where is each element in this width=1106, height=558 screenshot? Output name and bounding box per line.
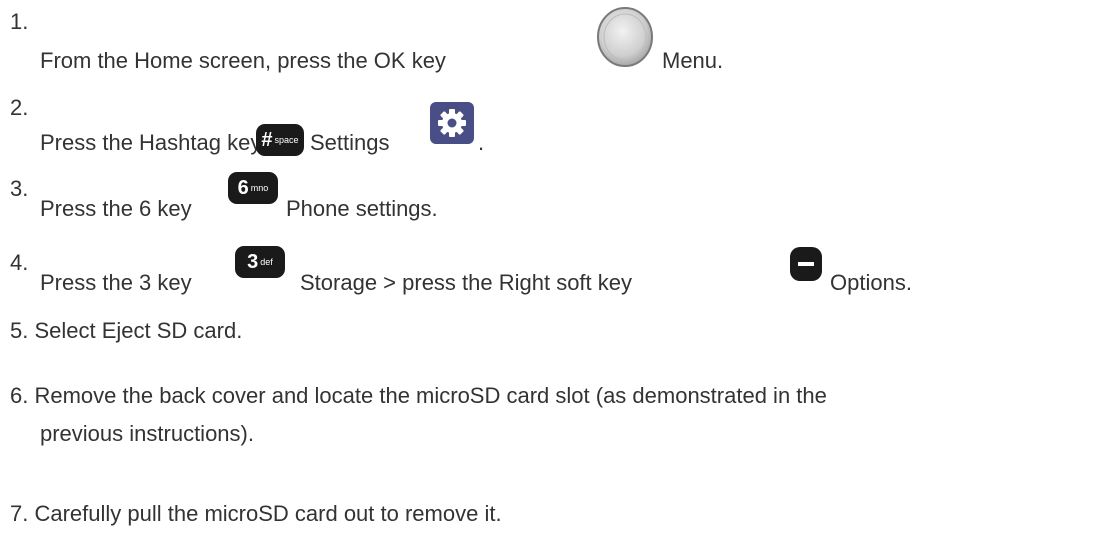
hashtag-key-icon: # space <box>256 124 304 156</box>
step-body: Select Eject SD card. <box>34 318 243 343</box>
three-def-key-icon: 3 def <box>235 246 285 278</box>
step-text: From the Home screen, press the OK key <box>40 48 446 73</box>
step-text: . <box>478 130 485 155</box>
six-mno-key-icon: 6 mno <box>228 172 278 204</box>
right-soft-key-icon <box>790 247 822 281</box>
step-text: 7. Carefully pull the microSD card out t… <box>10 501 502 527</box>
step-text: Phone settings. <box>286 196 438 221</box>
step-text: Press the 3 key <box>40 270 192 295</box>
step-number: 1. <box>10 9 29 34</box>
ok-key-icon <box>597 7 653 67</box>
step-body: Remove the back cover and locate the mic… <box>34 383 827 408</box>
step-text: Settings <box>310 130 390 155</box>
step-text-continued: previous instructions). <box>40 421 254 446</box>
step-number: 4. <box>10 250 29 275</box>
step-number: 2. <box>10 95 29 120</box>
step-text: Storage > press the Right soft key <box>300 270 633 295</box>
step-text: 6. Remove the back cover and locate the … <box>10 383 827 409</box>
step-number: 3. <box>10 176 29 201</box>
step-number: 6. <box>10 383 29 408</box>
step-text: Options. <box>830 270 912 295</box>
step-text: 5. Select Eject SD card. <box>10 318 242 344</box>
step-text: Press the Hashtag key <box>40 130 262 155</box>
settings-gear-icon <box>430 102 474 144</box>
step-number: 5. <box>10 318 29 343</box>
step-number: 7. <box>10 501 29 526</box>
step-text: Press the 6 key <box>40 196 192 221</box>
step-text: Menu. <box>662 48 724 73</box>
step-body: Carefully pull the microSD card out to r… <box>34 501 502 526</box>
